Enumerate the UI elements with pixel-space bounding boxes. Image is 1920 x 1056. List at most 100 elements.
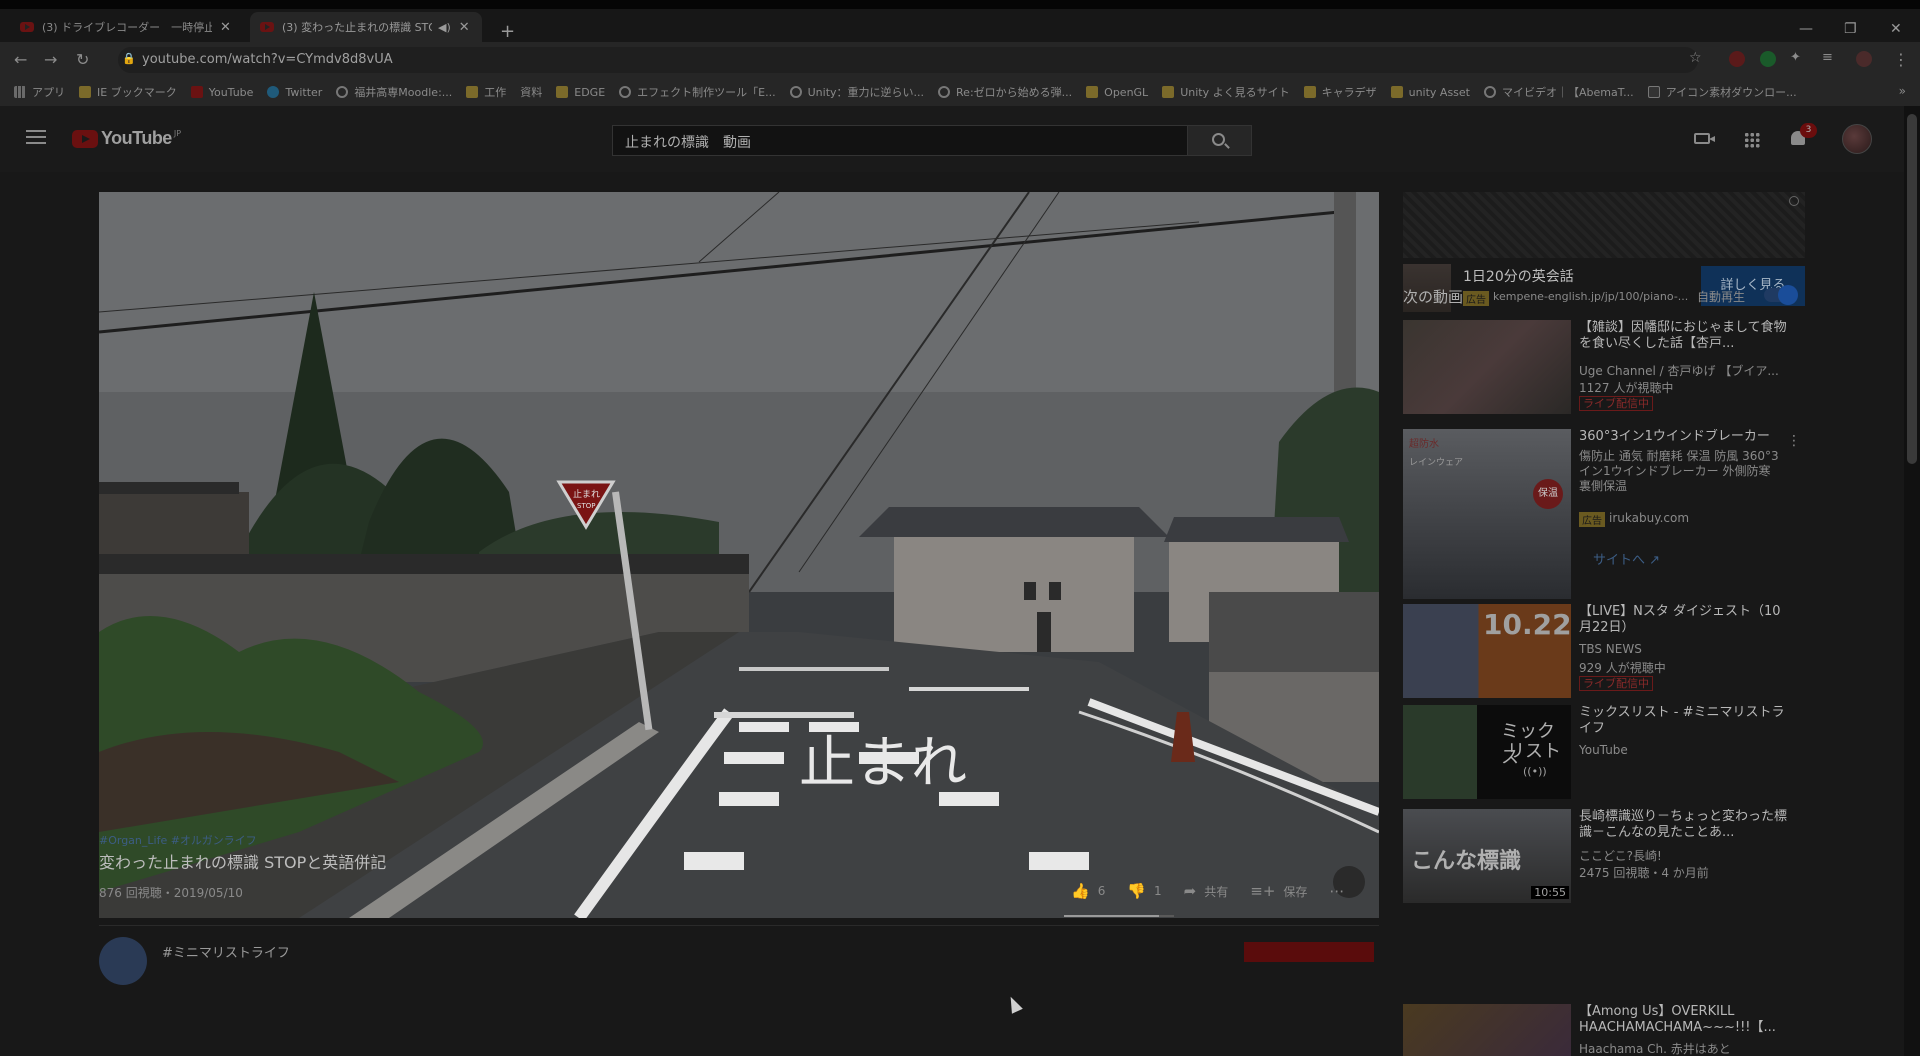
logo-text: YouTube	[101, 128, 172, 148]
masthead: YouTube JP 止まれの標識 動画 3	[0, 106, 1920, 172]
save-button[interactable]: ≡+ 保存	[1250, 882, 1307, 900]
thumb-caption: こんな標識	[1411, 849, 1522, 874]
forward-icon[interactable]: →	[44, 50, 57, 69]
video-thumbnail: こんな標識 10:55	[1403, 809, 1571, 903]
search-input[interactable]: 止まれの標識 動画	[612, 125, 1252, 156]
recommendation-item[interactable]: ミックス リスト ((•)) ミックスリスト - #ミニマリストライフ YouT…	[1403, 705, 1805, 799]
bookmark-label: EDGE	[574, 85, 606, 99]
folder-icon	[1162, 86, 1175, 98]
youtube-apps-icon[interactable]	[1744, 132, 1760, 148]
video-hashtags[interactable]: #Organ_Life #オルガンライフ	[99, 832, 257, 848]
recommendation-item[interactable]: 【Among Us】OVERKILL HAACHAMACHAMA~~~!!!【.…	[1403, 1004, 1805, 1056]
dislike-button[interactable]: 👎 1	[1127, 882, 1161, 900]
channel-name[interactable]: #ミニマリストライフ	[162, 942, 290, 961]
url-text: youtube.com/watch?v=CYmdv8d8vUA	[142, 52, 393, 67]
close-tab-icon[interactable]: ✕	[459, 20, 470, 35]
bookmarks-bar: アプリ IE ブックマーク YouTube Twitter 福井高専Moodle…	[0, 78, 1920, 106]
bookmark-shiryou[interactable]: 資料	[520, 84, 542, 100]
bookmark-label: 工作	[484, 86, 507, 99]
audio-playing-icon[interactable]: ◀)	[438, 21, 451, 34]
ad-banner-image[interactable]	[1403, 192, 1805, 258]
recommendation-item[interactable]: 【雑談】因幡邸におじゃまして食物を食い尽くした話【杏戸... Uge Chann…	[1403, 320, 1805, 414]
youtube-logo[interactable]: YouTube JP	[72, 128, 181, 149]
bookmark-ie[interactable]: IE ブックマーク	[79, 84, 177, 100]
folder-icon	[1086, 86, 1099, 98]
share-arrow-icon: ➦	[1183, 882, 1197, 900]
tab-dashcam-video[interactable]: (3) ドライブレコーダー 一時停止標識 ✕	[10, 12, 246, 42]
bookmark-star-icon[interactable]: ☆	[1689, 50, 1702, 66]
close-window-icon[interactable]: ✕	[1890, 21, 1902, 37]
stop-sign-text-en: STOP	[577, 502, 595, 510]
restore-icon[interactable]: ❐	[1844, 21, 1857, 37]
search-button[interactable]	[1187, 125, 1252, 156]
more-bookmarks-icon[interactable]: »	[1899, 84, 1906, 98]
bookmark-icon-download[interactable]: アイコン素材ダウンロー...	[1647, 84, 1797, 100]
recommendation-ad-item[interactable]: 超防水 レインウェア 保温 360°3イン1ウインドブレーカー ⋮ 傷防止 通気…	[1403, 429, 1805, 599]
bookmark-unity-asset[interactable]: unity Asset	[1390, 86, 1470, 99]
rec-title: ミックスリスト - #ミニマリストライフ	[1579, 705, 1785, 736]
extension-red-icon[interactable]	[1729, 51, 1745, 67]
bookmark-chara-design[interactable]: キャラデザ	[1303, 84, 1377, 100]
bookmark-apps[interactable]: アプリ	[14, 84, 65, 100]
external-link-icon: ↗	[1649, 553, 1661, 568]
lock-icon: 🔒	[122, 52, 136, 65]
menu-icon[interactable]	[26, 130, 46, 144]
ad-label-badge: 広告	[1463, 291, 1489, 306]
like-button[interactable]: 👍 6	[1071, 882, 1105, 900]
more-vert-icon[interactable]: ⋮	[1787, 433, 1801, 449]
extension-green-icon[interactable]	[1760, 51, 1776, 67]
back-icon[interactable]: ←	[14, 50, 27, 69]
share-button[interactable]: ➦ 共有	[1184, 882, 1229, 900]
share-label: 共有	[1204, 884, 1229, 899]
bookmark-label: マイビデオ｜【AbemaT...	[1502, 86, 1634, 99]
reading-list-icon[interactable]: ≡	[1822, 50, 1833, 65]
bookmark-youtube[interactable]: YouTube	[190, 86, 253, 99]
minimize-icon[interactable]: —	[1799, 21, 1813, 37]
rec-channel: ここどこ?長崎!	[1579, 849, 1662, 863]
bookmark-kousaku[interactable]: 工作	[466, 84, 506, 100]
tab-stop-sign-video[interactable]: (3) 変わった止まれの標識 STOP ◀) ✕	[250, 12, 482, 42]
ad-info-icon[interactable]	[1789, 196, 1799, 206]
extensions-puzzle-icon[interactable]: ✦	[1790, 50, 1801, 65]
bookmark-effect-tool[interactable]: エフェクト制作ツール「E...	[619, 84, 776, 100]
rec-channel: YouTube	[1579, 743, 1628, 757]
autoplay-toggle[interactable]	[1764, 285, 1798, 305]
stop-sign-text-jp: 止まれ	[573, 488, 600, 500]
address-bar[interactable]: 🔒 youtube.com/watch?v=CYmdv8d8vUA	[118, 47, 1698, 73]
ad-thumbnail: 超防水 レインウェア 保温	[1403, 429, 1571, 599]
bookmark-unity-sites[interactable]: Unity よく見るサイト	[1162, 84, 1290, 100]
recommendation-item[interactable]: こんな標識 10:55 長崎標識巡り－ちょっと変わった標識－こんなの見たことあ.…	[1403, 809, 1805, 903]
recommendation-item[interactable]: 10.22 【LIVE】Nスタ ダイジェスト（10月22日） TBS NEWS …	[1403, 604, 1805, 698]
subscribe-button[interactable]	[1244, 942, 1374, 962]
scrollbar-thumb[interactable]	[1907, 114, 1917, 464]
search-icon	[1212, 133, 1225, 146]
visit-site-label: サイトへ	[1593, 553, 1646, 568]
bookmark-label: Re:ゼロから始める弾...	[956, 86, 1073, 99]
bookmark-opengl[interactable]: OpenGL	[1086, 86, 1148, 99]
rec-title: 長崎標識巡り－ちょっと変わった標識－こんなの見たことあ...	[1579, 809, 1788, 840]
visit-site-link[interactable]: サイトへ ↗	[1593, 549, 1660, 568]
page-scrollbar[interactable]	[1904, 106, 1920, 1056]
globe-icon	[336, 86, 349, 98]
account-avatar[interactable]	[1842, 124, 1872, 154]
chrome-menu-icon[interactable]: ⋮	[1893, 50, 1909, 69]
more-actions-button[interactable]: ⋯	[1329, 882, 1352, 900]
close-tab-icon[interactable]: ✕	[220, 20, 231, 35]
create-video-icon[interactable]	[1694, 133, 1715, 144]
bookmark-moodle[interactable]: 福井高専Moodle:...	[336, 84, 452, 100]
bookmark-abema[interactable]: マイビデオ｜【AbemaT...	[1484, 84, 1634, 100]
notification-badge: 3	[1800, 123, 1817, 138]
bookmark-edge[interactable]: EDGE	[556, 86, 605, 99]
bookmark-twitter[interactable]: Twitter	[267, 86, 322, 99]
video-player[interactable]: 止まれ 止まれ STOP	[99, 192, 1379, 918]
bookmark-unity-gravity[interactable]: Unity：重力に逆らい...	[789, 84, 924, 100]
profile-avatar[interactable]	[1856, 51, 1872, 67]
bookmark-rezero[interactable]: Re:ゼロから始める弾...	[938, 84, 1072, 100]
like-ratio-bar	[1064, 915, 1174, 917]
channel-avatar[interactable]	[99, 937, 147, 985]
reload-icon[interactable]: ↻	[76, 50, 89, 69]
new-tab-icon[interactable]: +	[500, 21, 515, 42]
like-ratio-fill	[1064, 915, 1159, 917]
toggle-knob	[1778, 285, 1798, 305]
tab-strip: (3) ドライブレコーダー 一時停止標識 ✕ (3) 変わった止まれの標識 ST…	[0, 9, 1920, 42]
